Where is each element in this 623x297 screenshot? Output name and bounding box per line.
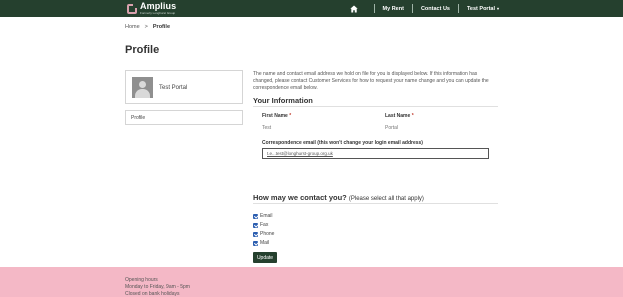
contact-option-label: Phone [260, 231, 275, 237]
first-name-label-text: First Name [262, 113, 288, 119]
first-name-value: Test [262, 125, 272, 131]
breadcrumb: Home > Profile [125, 24, 170, 30]
breadcrumb-separator: > [144, 24, 148, 30]
nav-divider [457, 4, 459, 13]
footer-holiday-note: Closed on bank holidays [125, 291, 180, 297]
update-button[interactable]: Update [253, 252, 277, 263]
email-label: Correspondence email (this won't change … [262, 140, 423, 146]
correspondence-email-field[interactable]: t.e...test@longhurst-group.org.uk [262, 148, 489, 159]
home-icon[interactable] [349, 5, 358, 13]
contact-preferences-heading: How may we contact you? (Please select a… [253, 193, 424, 202]
checkbox-checked-icon[interactable] [253, 222, 258, 228]
contact-option-phone[interactable]: Phone [253, 231, 274, 237]
contact-option-email[interactable]: Email [253, 213, 273, 219]
checkbox-checked-icon[interactable] [253, 213, 258, 219]
nav-divider [373, 4, 375, 13]
logo-subtitle: Formerly Longhurst Group [140, 11, 176, 15]
avatar-body-shape [135, 89, 150, 98]
amplius-logo[interactable]: Amplius Formerly Longhurst Group [127, 2, 176, 15]
avatar-head-shape [139, 81, 146, 88]
last-name-label-text: Last Name [385, 113, 411, 119]
intro-text: The name and contact email address we ho… [253, 71, 489, 91]
footer: Opening hours Monday to Friday, 9am - 5p… [0, 267, 623, 297]
breadcrumb-home[interactable]: Home [125, 24, 140, 30]
chevron-down-icon: ▾ [496, 5, 499, 11]
first-name-label: First Name * [262, 113, 291, 119]
nav-user-menu[interactable]: Test Portal ▾ [467, 6, 499, 12]
required-marker: * [411, 113, 414, 119]
profile-name: Test Portal [159, 85, 188, 91]
your-information-heading: Your Information [253, 96, 313, 105]
avatar [132, 77, 153, 98]
contact-option-fax[interactable]: Fax [253, 222, 268, 228]
page-title: Profile [125, 44, 160, 56]
top-navigation-bar: Amplius Formerly Longhurst Group My Rent… [0, 0, 623, 17]
breadcrumb-current: Profile [152, 24, 171, 30]
section-divider [253, 203, 498, 204]
contact-option-label: Mail [260, 240, 270, 246]
footer-opening-hours: Opening hours [125, 277, 158, 283]
nav-divider [411, 4, 413, 13]
contact-option-label: Fax [260, 222, 269, 228]
contact-heading-text: How may we contact you? [253, 193, 347, 202]
last-name-value: Portal [385, 125, 399, 131]
footer-weekday-hours: Monday to Friday, 9am - 5pm [125, 284, 190, 290]
logo-mark-icon [127, 2, 138, 14]
profile-card: Test Portal [125, 70, 243, 104]
nav-my-rent[interactable]: My Rent [383, 6, 404, 12]
logo-name: Amplius [140, 1, 177, 11]
user-menu-label: Test Portal [466, 5, 495, 12]
checkbox-checked-icon[interactable] [253, 231, 258, 237]
main-nav: My Rent Contact Us Test Portal ▾ [349, 0, 499, 17]
email-value: t.e...test@longhurst-group.org.uk [267, 151, 333, 156]
checkbox-checked-icon[interactable] [253, 240, 258, 246]
contact-option-mail[interactable]: Mail [253, 240, 269, 246]
contact-heading-subtitle: (Please select all that apply) [348, 196, 424, 202]
sidebar-item-profile[interactable]: Profile [125, 110, 243, 125]
last-name-label: Last Name * [385, 113, 414, 119]
section-divider [253, 106, 498, 107]
contact-option-label: Email [260, 213, 273, 219]
required-marker: * [289, 113, 292, 119]
nav-contact-us[interactable]: Contact Us [421, 6, 450, 12]
